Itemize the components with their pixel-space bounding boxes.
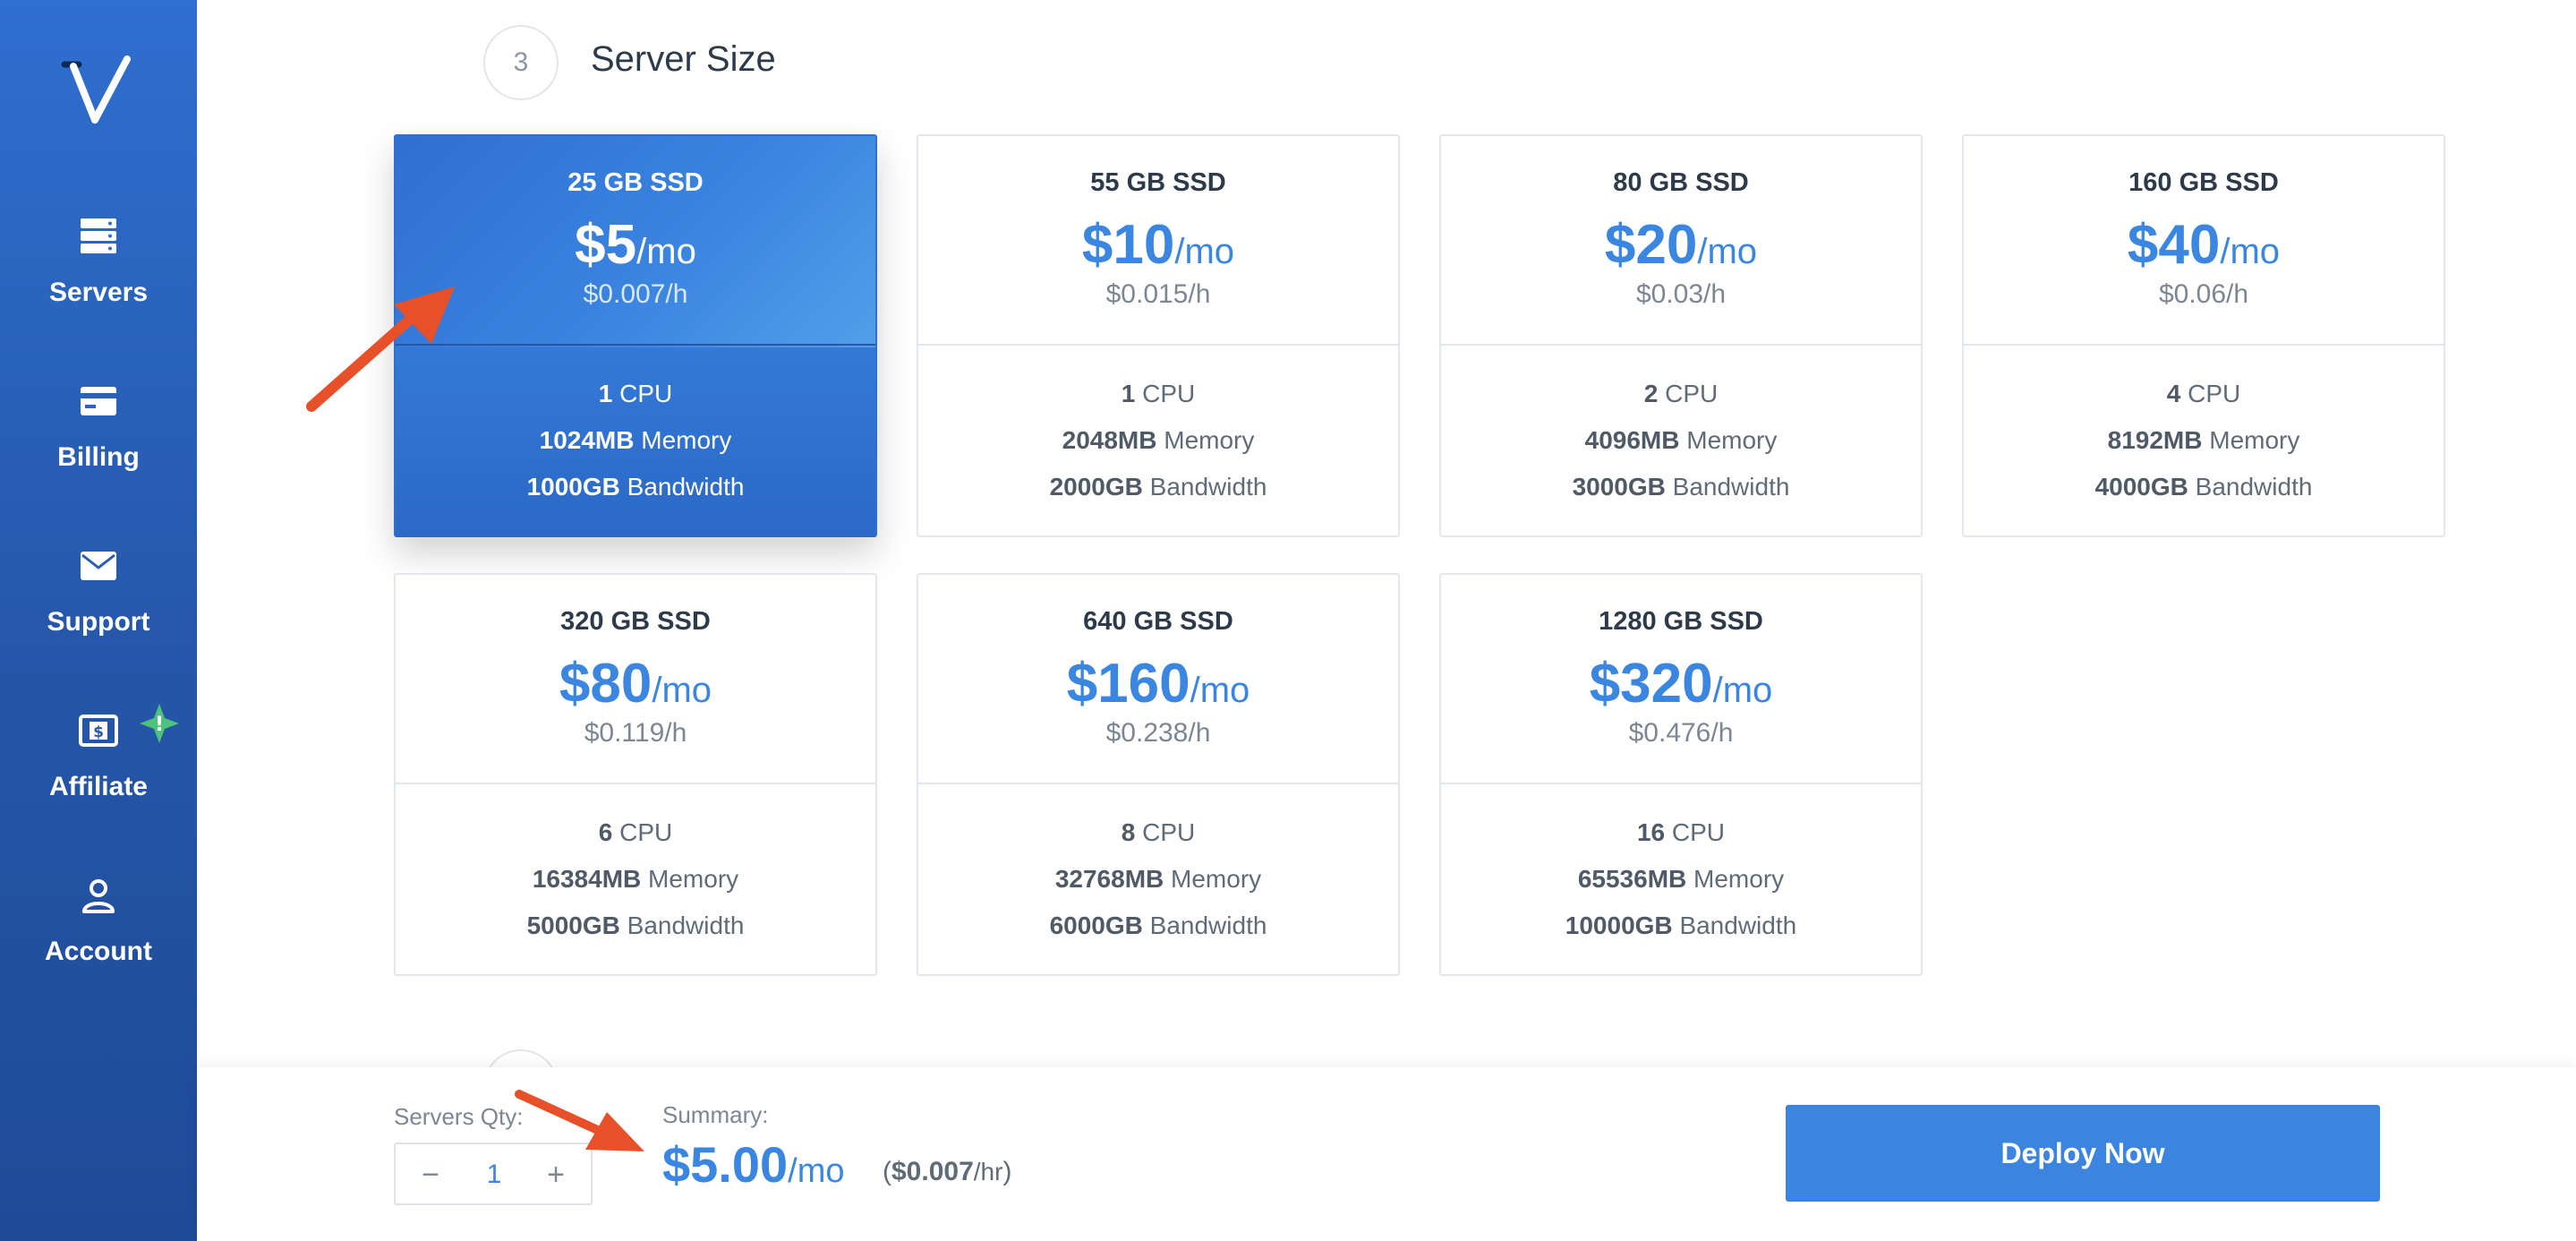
plan-hourly-price: $0.238/h — [1105, 718, 1211, 748]
plan-memory: 2048MB Memory — [1062, 426, 1255, 454]
plan-hourly-price: $0.476/h — [1628, 718, 1734, 748]
summary-label: Summary: — [662, 1101, 769, 1128]
sidebar-item-label: Support — [47, 607, 150, 637]
plan-storage: 55 GB SSD — [1090, 168, 1226, 197]
plan-hourly-price: $0.119/h — [584, 718, 687, 748]
plan-storage: 1280 GB SSD — [1599, 607, 1763, 636]
plan-card-80gb[interactable]: 80 GB SSD $20/mo $0.03/h 2 CPU 4096MB Me… — [1439, 134, 1923, 537]
main-content: 3 Server Size 25 GB SSD $5/mo $0.007/h 1… — [197, 0, 2576, 1241]
plan-storage: 25 GB SSD — [567, 168, 704, 197]
deploy-now-button[interactable]: Deploy Now — [1786, 1105, 2380, 1202]
plan-memory: 8192MB Memory — [2107, 426, 2300, 454]
sidebar-item-label: Affiliate — [48, 772, 148, 801]
step-number: 3 — [483, 25, 559, 100]
plan-hourly-price: $0.03/h — [1635, 279, 1727, 309]
envelope-icon — [81, 552, 116, 580]
plan-storage: 320 GB SSD — [560, 607, 711, 636]
plan-memory: 1024MB Memory — [539, 426, 732, 454]
sidebar-item-label: Billing — [57, 442, 140, 472]
plan-price: $320/mo — [1589, 653, 1773, 715]
plan-price: $80/mo — [559, 653, 712, 715]
summary-monthly-price: $5.00/mo — [662, 1136, 845, 1193]
plan-price: $20/mo — [1604, 214, 1758, 276]
plan-card-55gb[interactable]: 55 GB SSD $10/mo $0.015/h 1 CPU 2048MB M… — [917, 134, 1400, 537]
sidebar-item-label: Servers — [48, 278, 149, 307]
plan-memory: 4096MB Memory — [1584, 426, 1778, 454]
user-icon — [82, 879, 115, 913]
credit-card-icon — [81, 387, 116, 415]
plan-price: $160/mo — [1066, 653, 1250, 715]
plan-bandwidth: 4000GB Bandwidth — [2094, 473, 2313, 501]
svg-text:$: $ — [93, 723, 104, 741]
plan-storage: 640 GB SSD — [1083, 607, 1233, 636]
sidebar-item-servers[interactable]: Servers — [0, 217, 197, 324]
sidebar-item-label: Account — [45, 937, 152, 966]
summary-hourly-price: ($0.007/hr) — [883, 1157, 1012, 1186]
servers-qty-label: Servers Qty: — [394, 1103, 524, 1130]
plan-bandwidth: 2000GB Bandwidth — [1049, 473, 1267, 501]
servers-icon — [81, 218, 116, 253]
plan-cpu: 6 CPU — [598, 818, 673, 846]
plan-storage: 160 GB SSD — [2128, 168, 2279, 197]
annotation-arrow-icon — [306, 287, 455, 412]
sidebar-item-support[interactable]: Support — [0, 546, 197, 654]
plan-bandwidth: 5000GB Bandwidth — [526, 911, 745, 939]
plan-memory: 32768MB Memory — [1054, 865, 1262, 893]
plan-storage: 80 GB SSD — [1613, 168, 1749, 197]
plan-price: $10/mo — [1081, 214, 1235, 276]
sidebar: Servers Billing Support $ Affiliate ! Ac… — [0, 0, 197, 1241]
section-title: Server Size — [591, 39, 776, 79]
plan-hourly-price: $0.06/h — [2158, 279, 2249, 309]
plan-cpu: 1 CPU — [1121, 380, 1196, 407]
plan-cpu: 4 CPU — [2166, 380, 2241, 407]
plan-price: $5/mo — [575, 214, 696, 276]
vultr-logo[interactable] — [61, 56, 136, 127]
annotation-arrow-icon — [515, 1090, 644, 1151]
qty-decrement-button[interactable]: − — [408, 1153, 453, 1196]
plan-cpu: 8 CPU — [1121, 818, 1196, 846]
plan-bandwidth: 1000GB Bandwidth — [526, 473, 745, 501]
plan-memory: 65536MB Memory — [1577, 865, 1785, 893]
notification-badge-icon: ! — [140, 704, 179, 743]
sidebar-item-billing[interactable]: Billing — [0, 381, 197, 489]
plan-bandwidth: 3000GB Bandwidth — [1572, 473, 1790, 501]
svg-text:!: ! — [155, 714, 164, 736]
plan-bandwidth: 6000GB Bandwidth — [1049, 911, 1267, 939]
dollar-bill-icon: $ — [79, 715, 118, 747]
sidebar-item-account[interactable]: Account — [0, 876, 197, 983]
plan-card-160gb[interactable]: 160 GB SSD $40/mo $0.06/h 4 CPU 8192MB M… — [1962, 134, 2445, 537]
plan-hourly-price: $0.015/h — [1105, 279, 1211, 309]
plan-card-640gb[interactable]: 640 GB SSD $160/mo $0.238/h 8 CPU 32768M… — [917, 573, 1400, 976]
plan-card-1280gb[interactable]: 1280 GB SSD $320/mo $0.476/h 16 CPU 6553… — [1439, 573, 1923, 976]
plan-cpu: 2 CPU — [1643, 380, 1719, 407]
plan-price: $40/mo — [2127, 214, 2281, 276]
plan-cpu: 16 CPU — [1636, 818, 1726, 846]
plan-memory: 16384MB Memory — [532, 865, 739, 893]
plan-card-320gb[interactable]: 320 GB SSD $80/mo $0.119/h 6 CPU 16384MB… — [394, 573, 877, 976]
plan-bandwidth: 10000GB Bandwidth — [1565, 911, 1797, 939]
